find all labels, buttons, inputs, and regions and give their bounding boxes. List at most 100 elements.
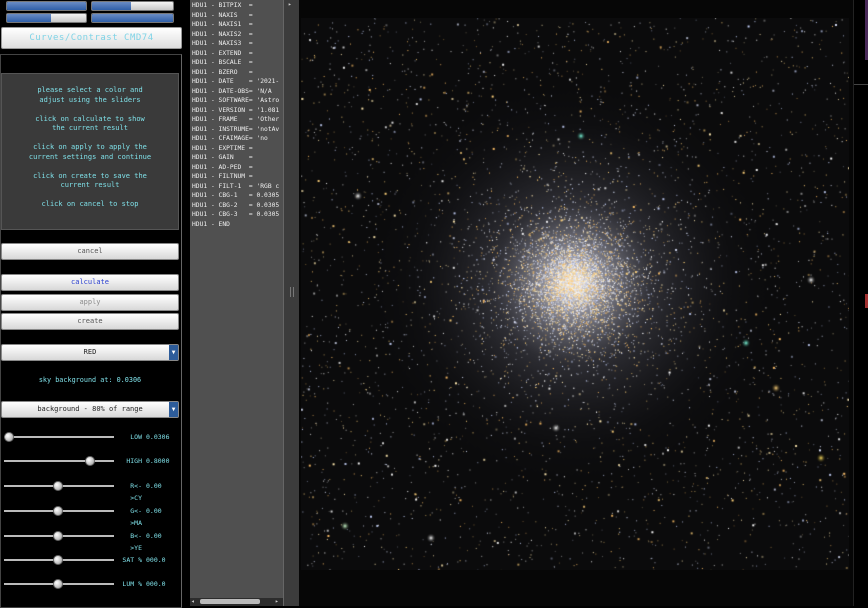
scroll-thumb[interactable] — [200, 599, 260, 604]
help-line — [2, 134, 178, 144]
header-line: HDU1 - FILT-1 = 'RGB c — [192, 182, 280, 190]
slider-b-ye[interactable]: B<->YE 0.00 — [2, 530, 180, 552]
header-line: HDU1 - CBG-2 = 0.0305 — [192, 201, 280, 209]
image-viewer — [299, 0, 853, 606]
help-line — [2, 105, 178, 115]
sky-background-label: sky background at: 0.0306 — [38, 376, 142, 384]
chevron-down-icon: ▼ — [169, 402, 178, 417]
slider-high[interactable]: HIGH 0.8000 — [2, 455, 180, 467]
help-line — [2, 191, 178, 201]
help-line: current result — [60, 181, 120, 189]
header-line: HDU1 - BITPIX = — [192, 2, 253, 9]
header-line: HDU1 - NAXIS1 = — [192, 21, 253, 28]
header-line: HDU1 - DATE = '2021- — [192, 78, 280, 85]
header-line: HDU1 - BZERO = — [192, 68, 253, 76]
slider-value: 0.00 — [146, 482, 162, 490]
top-slider-1[interactable] — [6, 1, 87, 11]
slider-value: 0.00 — [146, 532, 162, 540]
help-line: click on calculate to show — [35, 114, 145, 123]
top-slider-4-fill — [92, 14, 173, 22]
header-line: HDU1 - NAXIS3 = — [192, 40, 253, 47]
slider-knob[interactable] — [4, 432, 15, 442]
scroll-left-arrow-icon[interactable]: ◂ — [191, 598, 195, 605]
help-line: click on apply to apply the — [33, 143, 147, 151]
slider-track[interactable] — [4, 460, 114, 462]
top-slider-3[interactable] — [6, 13, 87, 23]
help-line: the current result — [52, 124, 128, 132]
help-line: please select a color and — [37, 86, 143, 94]
help-text-box: please select a color and adjust using t… — [1, 73, 179, 230]
help-line: click on create to save the — [33, 171, 147, 180]
slider-knob[interactable] — [53, 579, 63, 589]
slider-knob[interactable] — [53, 531, 63, 541]
star-field-canvas — [301, 18, 849, 570]
slider-r-cy[interactable]: R<->CY 0.00 — [2, 480, 180, 502]
header-vertical-scrollbar[interactable]: ▸ — [283, 0, 299, 606]
curves-contrast-button[interactable]: Curves/Contrast CMD74 — [1, 27, 182, 49]
fits-header-panel: HDU1 - BITPIX = HDU1 - NAXIS = HDU1 - NAXI… — [190, 0, 283, 606]
slider-knob[interactable] — [84, 456, 95, 466]
chevron-down-icon: ▼ — [169, 345, 178, 360]
header-line: HDU1 - VERSION = '1.081 — [192, 106, 280, 114]
slider-value: 000.0 — [146, 556, 166, 564]
header-line: HDU1 - GAIN = — [192, 154, 253, 161]
color-select[interactable]: RED ▼ — [1, 344, 179, 361]
header-line: HDU1 - DATE-OBS= 'N/A — [192, 87, 272, 95]
slider-label: SAT % — [122, 556, 142, 564]
header-line: HDU1 - BSCALE = — [192, 59, 253, 66]
slider-lum-[interactable]: LUM % 000.0 — [2, 578, 180, 590]
help-line: adjust using the sliders — [39, 95, 141, 104]
scroll-right-arrow-icon[interactable]: ▸ — [288, 1, 292, 8]
top-slider-1-fill — [7, 2, 86, 10]
apply-button[interactable]: apply — [1, 294, 179, 311]
right-side-strip — [853, 0, 868, 606]
right-divider — [854, 84, 868, 85]
header-line: HDU1 - CBG-3 = 0.0305 — [192, 211, 280, 218]
header-line: HDU1 - SOFTWARE= 'Astro — [192, 97, 280, 104]
scroll-right-arrow-icon[interactable]: ▸ — [275, 598, 279, 605]
slider-label: R<->CY — [130, 482, 142, 502]
slider-low[interactable]: LOW 0.0306 — [2, 431, 180, 443]
fits-header-text: HDU1 - BITPIX = HDU1 - NAXIS = HDU1 - NAXI… — [192, 1, 279, 229]
header-line: HDU1 - INSTRUME= 'notAv — [192, 125, 280, 133]
slider-value: 000.0 — [146, 580, 166, 588]
control-panel: Curves/Contrast CMD74 please select a co… — [0, 0, 182, 608]
cancel-button[interactable]: cancel — [1, 243, 179, 260]
help-spacer — [2, 74, 178, 86]
slider-knob[interactable] — [53, 481, 63, 491]
header-line: HDU1 - EXTEND = — [192, 49, 253, 57]
slider-label: G<->MA — [130, 507, 142, 527]
slider-value: 0.8000 — [146, 457, 170, 465]
top-slider-2[interactable] — [91, 1, 174, 11]
slider-label: LOW — [130, 433, 142, 441]
slider-label: LUM % — [122, 580, 142, 588]
background-select-value: background - 80% of range — [37, 405, 143, 413]
slider-g-ma[interactable]: G<->MA 0.00 — [2, 505, 180, 527]
help-line — [2, 162, 178, 172]
header-line: HDU1 - AD-PED = — [192, 163, 253, 171]
header-line: HDU1 - NAXIS2 = — [192, 30, 253, 38]
slider-knob[interactable] — [53, 506, 63, 516]
slider-track[interactable] — [4, 436, 114, 438]
slider-label: HIGH — [126, 457, 142, 465]
header-line: HDU1 - EXPTIME = — [192, 144, 253, 152]
slider-sat-[interactable]: SAT % 000.0 — [2, 554, 180, 566]
header-horizontal-scrollbar[interactable]: ◂ ▸ — [190, 598, 283, 606]
header-line: HDU1 - FILTNUM = — [192, 173, 253, 180]
slider-value: 0.00 — [146, 507, 162, 515]
calculate-button[interactable]: calculate — [1, 274, 179, 291]
slider-value: 0.0306 — [146, 433, 170, 441]
color-select-value: RED — [83, 348, 97, 356]
top-slider-3-fill — [7, 14, 52, 22]
slider-knob[interactable] — [53, 555, 63, 565]
background-select[interactable]: background - 80% of range ▼ — [1, 401, 179, 418]
slider-label: B<->YE — [130, 532, 142, 552]
create-button[interactable]: create — [1, 313, 179, 330]
top-slider-4[interactable] — [91, 13, 174, 23]
header-line: HDU1 - NAXIS = — [192, 11, 253, 19]
help-line: click on cancel to stop — [41, 200, 139, 208]
header-line: HDU1 - END — [192, 220, 230, 228]
header-line: HDU1 - CFAIMAGE= 'no — [192, 135, 268, 142]
header-line: HDU1 - CBG-1 = 0.0305 — [192, 192, 280, 199]
star-cluster-image[interactable] — [301, 18, 849, 570]
